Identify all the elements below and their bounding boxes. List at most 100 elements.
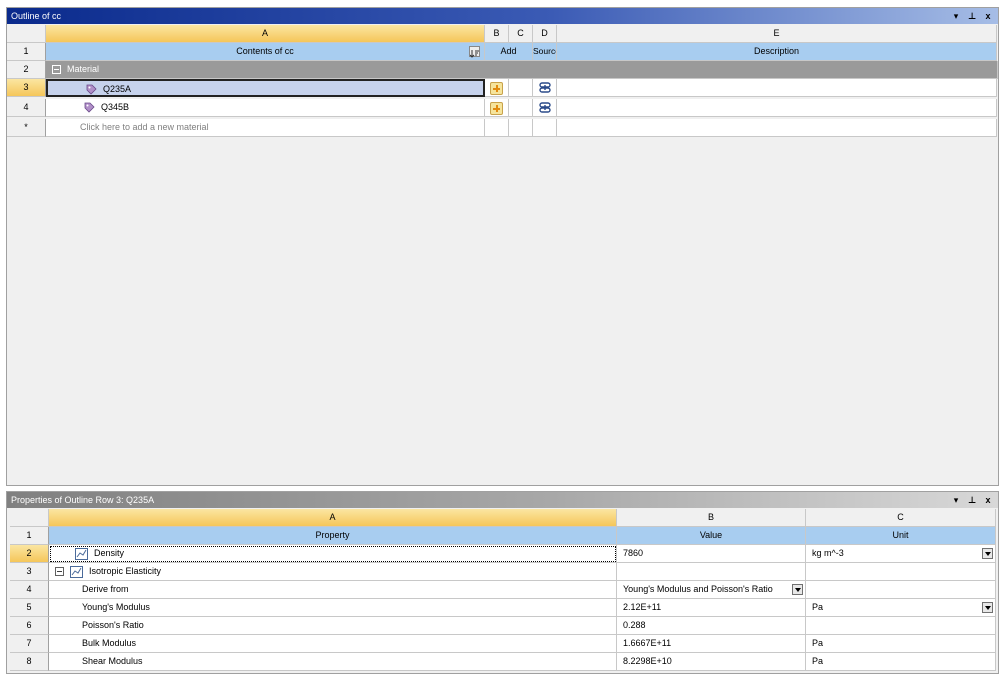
table-row[interactable]: 4 Derive from Young's Modulus and Poisso… [10,581,996,599]
column-header-c[interactable]: C [509,25,533,43]
material-name-cell[interactable]: Q235A [46,79,485,97]
source-link-icon[interactable] [538,101,552,115]
column-header-c[interactable]: C [806,509,996,527]
description-header: Description [557,43,997,61]
table-row[interactable]: 3 Isotropic Elasticity [10,563,996,581]
row-number[interactable]: 1 [7,43,46,61]
column-header-d[interactable]: D [533,25,557,43]
table-row[interactable]: 3 Q235A [7,79,997,97]
row-number[interactable]: 8 [10,653,49,671]
unit-cell[interactable]: Pa [806,653,996,671]
add-cell[interactable] [485,119,509,137]
unit-cell[interactable] [806,581,996,599]
material-group[interactable]: Material [46,61,998,79]
value-cell[interactable]: 8.2298E+10 [617,653,806,671]
c-cell[interactable] [509,79,533,97]
value-cell[interactable]: 7860 [617,545,806,563]
derive-from-value: Young's Modulus and Poisson's Ratio [623,584,773,594]
table-row[interactable]: 8 Shear Modulus 8.2298E+10 Pa [10,653,996,671]
source-cell[interactable] [533,79,557,97]
unit-value: Pa [812,602,824,612]
contents-header[interactable]: Contents of cc [46,43,485,61]
contents-header-label: Contents of cc [236,46,294,56]
c-cell[interactable] [509,119,533,137]
add-cell[interactable] [485,99,509,117]
description-cell[interactable] [557,99,997,117]
table-row[interactable]: 4 Q345B [7,99,997,117]
property-cell[interactable]: Derive from [49,581,617,599]
material-name-cell[interactable]: Q345B [46,99,485,117]
source-cell[interactable] [533,119,557,137]
collapse-icon[interactable] [52,65,61,75]
column-header-b[interactable]: B [485,25,509,43]
sort-icon[interactable] [469,46,480,58]
property-cell[interactable]: Isotropic Elasticity [49,563,617,581]
row-number[interactable]: 7 [10,635,49,653]
new-material-row[interactable]: * Click here to add a new material [7,119,997,137]
column-header-b[interactable]: B [617,509,806,527]
source-header: Source [533,43,557,61]
unit-cell[interactable]: kg m^-3 [806,545,996,563]
row-number[interactable]: * [7,119,46,137]
row-number[interactable]: 3 [10,563,49,581]
unit-dropdown-icon[interactable] [982,602,993,613]
column-header-e[interactable]: E [557,25,997,43]
unit-cell[interactable] [806,617,996,635]
add-plus-icon[interactable] [490,102,503,116]
properties-title: Properties of Outline Row 3: Q235A [11,495,155,505]
unit-header: Unit [806,527,996,545]
table-row[interactable]: 7 Bulk Modulus 1.6667E+11 Pa [10,635,996,653]
panel-menu-icon[interactable]: ▾ [952,8,960,24]
pin-icon[interactable]: ⊥ [968,8,976,24]
value-cell[interactable]: 1.6667E+11 [617,635,806,653]
panel-menu-icon[interactable]: ▾ [952,492,960,508]
row-number[interactable]: 3 [7,79,46,97]
value-cell[interactable]: 2.12E+11 [617,599,806,617]
property-cell[interactable]: Density [49,545,617,563]
table-row[interactable]: 5 Young's Modulus 2.12E+11 Pa [10,599,996,617]
table-row[interactable]: 2 Density 7860 kg m^-3 [10,545,996,563]
row-number[interactable]: 2 [10,545,49,563]
unit-dropdown-icon[interactable] [982,548,993,559]
property-name: Density [94,548,125,558]
unit-cell[interactable]: Pa [806,599,996,617]
table-header-row: 1 Property Value Unit [10,527,996,545]
property-cell[interactable]: Shear Modulus [49,653,617,671]
row-number[interactable]: 6 [10,617,49,635]
close-icon[interactable]: x [984,8,992,24]
c-cell[interactable] [509,99,533,117]
source-link-icon[interactable] [538,81,552,95]
table-row[interactable]: 6 Poisson's Ratio 0.288 [10,617,996,635]
pin-icon[interactable]: ⊥ [968,492,976,508]
property-cell[interactable]: Poisson's Ratio [49,617,617,635]
unit-cell[interactable]: Pa [806,635,996,653]
add-cell[interactable] [485,79,509,97]
value-cell[interactable]: 0.288 [617,617,806,635]
collapse-icon[interactable] [55,567,64,577]
column-header-a[interactable]: A [49,509,617,527]
description-cell[interactable] [557,79,997,97]
row-number[interactable]: 2 [7,61,46,79]
corner-cell[interactable] [7,25,46,43]
group-row: 2 Material [7,61,998,79]
value-cell[interactable]: Young's Modulus and Poisson's Ratio [617,581,806,599]
description-cell[interactable] [557,119,997,137]
row-number[interactable]: 4 [10,581,49,599]
column-header-a[interactable]: A [46,25,485,43]
property-cell[interactable]: Young's Modulus [49,599,617,617]
close-icon[interactable]: x [984,492,992,508]
add-material-placeholder[interactable]: Click here to add a new material [46,119,485,137]
table-header-row: 1 Contents of cc Add Source Description [7,43,997,61]
property-cell[interactable]: Bulk Modulus [49,635,617,653]
source-cell[interactable] [533,99,557,117]
unit-cell[interactable] [806,563,996,581]
row-number[interactable]: 1 [10,527,49,545]
property-name: Isotropic Elasticity [89,566,162,576]
derive-dropdown-icon[interactable] [792,584,803,595]
corner-cell[interactable] [10,509,49,527]
add-plus-icon[interactable] [490,82,503,96]
properties-titlebar: Properties of Outline Row 3: Q235A ▾ ⊥ x [7,492,998,508]
row-number[interactable]: 5 [10,599,49,617]
row-number[interactable]: 4 [7,99,46,117]
value-cell[interactable] [617,563,806,581]
